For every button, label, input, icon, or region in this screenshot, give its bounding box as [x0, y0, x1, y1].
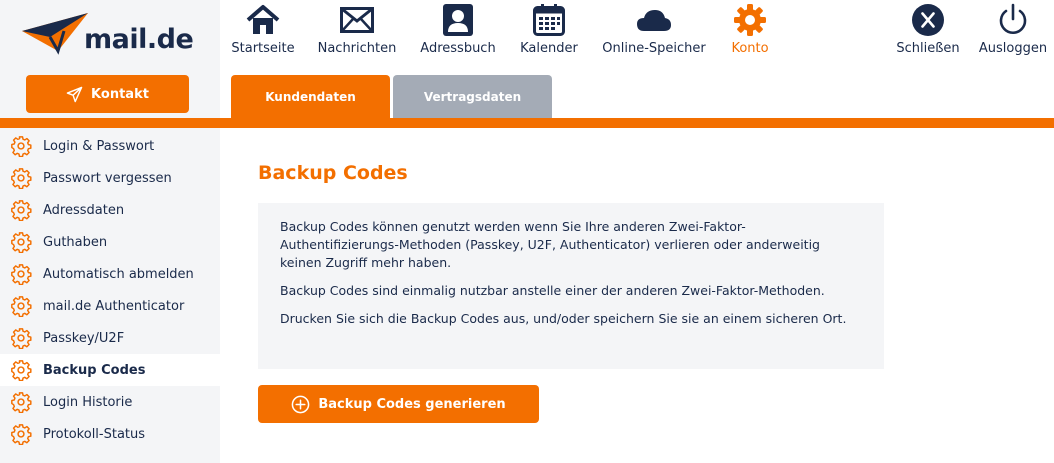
tab-vertragsdaten[interactable]: Vertragsdaten	[393, 75, 552, 118]
sidebar-item-passwort-vergessen[interactable]: Passwort vergessen	[0, 162, 220, 194]
sidebar-item-authenticator[interactable]: mail.de Authenticator	[0, 290, 220, 322]
info-paragraph: Backup Codes können genutzt werden wenn …	[280, 219, 820, 270]
calendar-icon	[533, 4, 565, 36]
tab-kundendaten[interactable]: Kundendaten	[231, 75, 390, 118]
nav-startseite[interactable]: Startseite	[231, 0, 295, 64]
gear-icon	[734, 4, 766, 36]
info-paragraph: Backup Codes sind einmalig nutzbar anste…	[280, 283, 825, 298]
sidebar-item-automatisch-abmelden[interactable]: Automatisch abmelden	[0, 258, 220, 290]
nav-label: Startseite	[231, 41, 295, 56]
contact-button-label: Kontakt	[91, 86, 149, 102]
contact-button[interactable]: Kontakt	[26, 75, 189, 113]
nav-konto[interactable]: Konto	[728, 0, 772, 64]
logo-envelope-icon	[22, 12, 88, 55]
info-box: Backup Codes können genutzt werden wenn …	[258, 203, 884, 369]
nav-label: Konto	[731, 41, 769, 56]
nav-label: Ausloggen	[978, 41, 1048, 56]
nav-online-speicher[interactable]: Online-Speicher	[600, 0, 708, 64]
home-icon	[246, 5, 280, 34]
paper-plane-icon	[66, 86, 83, 102]
logo-text: mail.de	[84, 24, 194, 55]
nav-label: Nachrichten	[317, 41, 397, 56]
info-paragraph: Drucken Sie sich die Backup Codes aus, u…	[280, 311, 847, 326]
nav-nachrichten[interactable]: Nachrichten	[316, 0, 398, 64]
gear-outline-icon	[11, 168, 32, 189]
sidebar-menu: Login & Passwort Passwort vergessen Adre…	[0, 130, 220, 450]
nav-label: Kalender	[520, 41, 578, 56]
sidebar-item-label: Automatisch abmelden	[43, 266, 194, 282]
sidebar-item-label: mail.de Authenticator	[43, 298, 185, 314]
gear-outline-icon	[11, 264, 32, 285]
gear-outline-icon	[11, 360, 32, 381]
gear-outline-icon	[11, 232, 32, 253]
nav-kalender[interactable]: Kalender	[518, 0, 580, 64]
sidebar-item-login-historie[interactable]: Login Historie	[0, 386, 220, 418]
gear-outline-icon	[11, 328, 32, 349]
sidebar-item-label: Login & Passwort	[43, 138, 155, 154]
gear-outline-icon	[11, 392, 32, 413]
plus-circle-icon	[291, 395, 310, 413]
nav-label: Online-Speicher	[602, 41, 706, 56]
contact-card-icon	[443, 4, 473, 36]
sidebar-item-label: Guthaben	[43, 234, 108, 250]
power-icon	[999, 3, 1027, 34]
sidebar-item-label: Passkey/U2F	[43, 330, 125, 346]
close-icon	[912, 4, 944, 36]
sidebar-item-adressdaten[interactable]: Adressdaten	[0, 194, 220, 226]
sidebar-item-label: Adressdaten	[43, 202, 125, 218]
page-title: Backup Codes	[258, 162, 408, 184]
sidebar-item-passkey-u2f[interactable]: Passkey/U2F	[0, 322, 220, 354]
nav-label: Schließen	[896, 41, 960, 56]
sidebar-item-label: Backup Codes	[43, 362, 146, 378]
sidebar-item-login-passwort[interactable]: Login & Passwort	[0, 130, 220, 162]
tab-underline-bar	[0, 118, 1054, 128]
cloud-icon	[637, 10, 671, 31]
gear-outline-icon	[11, 200, 32, 221]
logo[interactable]: mail.de	[20, 10, 194, 55]
sidebar-item-label: Login Historie	[43, 394, 133, 410]
sidebar-item-backup-codes[interactable]: Backup Codes	[0, 354, 220, 386]
nav-schliessen[interactable]: Schließen	[894, 0, 962, 64]
envelope-icon	[340, 7, 374, 33]
generate-backup-codes-button[interactable]: Backup Codes generieren	[258, 385, 539, 423]
nav-adressbuch[interactable]: Adressbuch	[418, 0, 498, 64]
gear-outline-icon	[11, 136, 32, 157]
nav-label: Adressbuch	[420, 41, 496, 56]
sidebar-item-label: Passwort vergessen	[43, 170, 172, 186]
nav-ausloggen[interactable]: Ausloggen	[976, 0, 1050, 64]
generate-button-label: Backup Codes generieren	[318, 396, 506, 412]
sidebar-item-label: Protokoll-Status	[43, 426, 146, 442]
gear-outline-icon	[11, 296, 32, 317]
sidebar-item-guthaben[interactable]: Guthaben	[0, 226, 220, 258]
sidebar-item-protokoll-status[interactable]: Protokoll-Status	[0, 418, 220, 450]
gear-outline-icon	[11, 424, 32, 445]
